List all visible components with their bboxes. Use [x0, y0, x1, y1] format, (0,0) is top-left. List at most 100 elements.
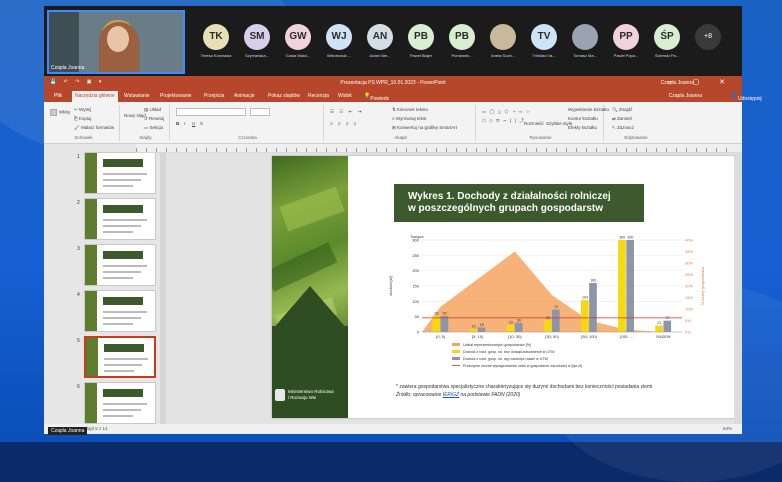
shapes-gallery-row2[interactable]: ⬡ ◇ ⬭ ⌒ { } ⤴: [482, 118, 525, 124]
tab-file[interactable]: Plik: [54, 93, 62, 99]
y-tick-label: 200: [412, 268, 419, 273]
new-slide-button[interactable]: Nowy slajd: [124, 113, 146, 118]
ruler-tick: [726, 148, 727, 152]
align-text-button[interactable]: ≡ Wyrównaj tekst: [392, 116, 426, 121]
ruler-tick: [506, 148, 507, 152]
tab-design[interactable]: Projektowanie: [160, 93, 191, 99]
list-buttons[interactable]: ☰ ☷ ⇤ ⇥: [330, 109, 363, 115]
smartart-button[interactable]: ⊞ Konwertuj na grafikę SmartArt: [392, 125, 457, 131]
bold-button[interactable]: B: [176, 121, 179, 126]
bar-data-label: 30: [517, 318, 521, 322]
tab-transitions[interactable]: Przejścia: [204, 93, 224, 99]
tell-me-search[interactable]: 💡 Powiedz mi, co chcesz zrobić...: [364, 93, 389, 120]
bar-data-label: 52: [434, 312, 438, 316]
x-tick-label: (0; 5): [436, 334, 446, 339]
tab-home[interactable]: Narzędzia główne: [72, 91, 118, 102]
source-link[interactable]: IERiGŻ: [443, 392, 459, 398]
ruler-tick: [646, 148, 647, 152]
participant-avatar: TK: [203, 24, 229, 50]
shapes-gallery[interactable]: ▭ ◯ △ ⬠ ➝ ⇨ ☆: [482, 109, 531, 115]
y-tick-label: 100: [412, 299, 419, 304]
thumb-photo-strip: [85, 383, 97, 423]
tab-insert[interactable]: Wstawianie: [124, 93, 150, 99]
window-title: Prezentacja PS WPR_10.01.2023 - PowerPoi…: [340, 80, 446, 86]
ruler-tick: [626, 148, 627, 152]
paste-button[interactable]: Wklej: [50, 109, 70, 116]
tab-slideshow[interactable]: Pokaz slajdów: [268, 93, 300, 99]
text-direction-button[interactable]: ⇅ Kierunek tekstu: [392, 107, 428, 113]
self-name-label: Czapla Joanna: [51, 65, 85, 71]
find-button[interactable]: 🔍 Znajdź: [612, 107, 632, 113]
select-button[interactable]: ↖ Zaznacz: [612, 125, 634, 131]
shape-outline-button[interactable]: Kontur kształtu: [568, 116, 598, 121]
copy-button[interactable]: ⎘ Kopiuj: [74, 116, 91, 121]
bar-data-label: 52: [443, 312, 447, 316]
bar-income-no-subsidy: [580, 300, 589, 332]
ruler-tick: [636, 148, 637, 152]
tab-review[interactable]: Recenzja: [308, 93, 329, 99]
legend-label: Przeciętne roczne wynagrodzenie netto w …: [463, 364, 582, 368]
reset-button[interactable]: ↺ Resetuj: [144, 116, 164, 122]
ruler-tick: [266, 148, 267, 152]
shape-effects-button[interactable]: Efekty kształtu: [568, 125, 597, 130]
participant-avatar: PB: [449, 24, 475, 50]
more-participants-tile[interactable]: +8: [682, 20, 734, 70]
arrange-button[interactable]: Rozmieść: [524, 121, 544, 126]
layout-button[interactable]: ▤ Układ: [144, 107, 161, 113]
income-chart[interactable]: 0 50 100 150 200 250 300 0% 5% 10% 15% 20% 25% 30% 35%…: [382, 232, 712, 378]
slide-thumbnail[interactable]: [84, 244, 156, 286]
ruler-tick: [446, 148, 447, 152]
format-painter-button[interactable]: 🖌 Malarz formatów: [74, 125, 114, 131]
ruler-tick: [406, 148, 407, 152]
thumb-title-block: [103, 205, 143, 213]
slide-thumbnail[interactable]: [84, 152, 156, 194]
cut-button[interactable]: ✂ Wytnij: [74, 107, 91, 113]
field-patch: [279, 186, 345, 232]
shadow-button[interactable]: S: [200, 121, 203, 126]
ruler-tick: [166, 148, 167, 152]
thumb-text-line: [103, 271, 141, 273]
thumb-title-block: [103, 297, 143, 305]
window-controls[interactable]: ─ ▢ ✕: [668, 78, 734, 86]
ruler-tick: [156, 148, 157, 152]
italic-button[interactable]: I: [184, 121, 185, 126]
self-camera-tile[interactable]: Czapla Joanna: [47, 10, 185, 74]
ruler-tick: [556, 148, 557, 152]
ruler-tick: [566, 148, 567, 152]
ruler-tick: [396, 148, 397, 152]
y-axis-units: Tysiące: [410, 234, 424, 239]
underline-button[interactable]: U: [192, 121, 195, 126]
ruler-tick: [686, 148, 687, 152]
signed-in-user[interactable]: Czapla Joanna: [669, 93, 702, 99]
section-button[interactable]: ▭ Sekcja: [144, 125, 163, 131]
bar-income-no-subsidy: [655, 325, 663, 332]
align-buttons[interactable]: ≡ ≡ ≡ ≡: [330, 121, 358, 126]
slide-thumbnail[interactable]: [84, 198, 156, 240]
bar-data-label: 73: [554, 305, 558, 309]
tab-view[interactable]: Widok: [338, 93, 352, 99]
thumb-text-line: [103, 219, 147, 221]
slide-thumbnail[interactable]: [84, 382, 156, 424]
tab-animations[interactable]: Animacje: [234, 93, 255, 99]
x-tick-label: [30; 50): [545, 334, 559, 339]
slide-thumbnail[interactable]: [84, 336, 156, 378]
y2-tick-label: 30%: [685, 261, 693, 266]
meeting-window: Czapla Joanna TK Teresa Kurowska SM Szymańs…: [44, 6, 762, 435]
font-size-box[interactable]: [250, 108, 270, 116]
font-name-box[interactable]: [176, 108, 246, 116]
ruler-tick: [466, 148, 467, 152]
new-slide-label: Nowy slajd: [124, 113, 146, 118]
shape-fill-button[interactable]: Wypełnienie kształtu: [568, 107, 609, 112]
pane-splitter[interactable]: [160, 153, 166, 424]
slide-thumbnail[interactable]: [84, 290, 156, 332]
zoom-level[interactable]: 64%: [723, 426, 732, 431]
thumb-text-line: [104, 358, 148, 360]
copy-label: Kopiuj: [78, 116, 92, 121]
replace-button[interactable]: ⇄ Zamień: [612, 116, 632, 122]
paragraph-group: ⇅ Kierunek tekstu ≡ Wyrównaj tekst ⊞ Kon…: [326, 105, 476, 141]
vertical-scrollbar[interactable]: [734, 153, 742, 424]
share-button[interactable]: 👤 Udostępnij: [732, 93, 762, 102]
ruler-tick: [526, 148, 527, 152]
current-slide[interactable]: Ministerstwo Rolnictwa i Rozwoju Wsi Wykr…: [272, 156, 736, 418]
slide-thumbnails-pane: 1 2 3 4 5 6: [44, 144, 166, 424]
